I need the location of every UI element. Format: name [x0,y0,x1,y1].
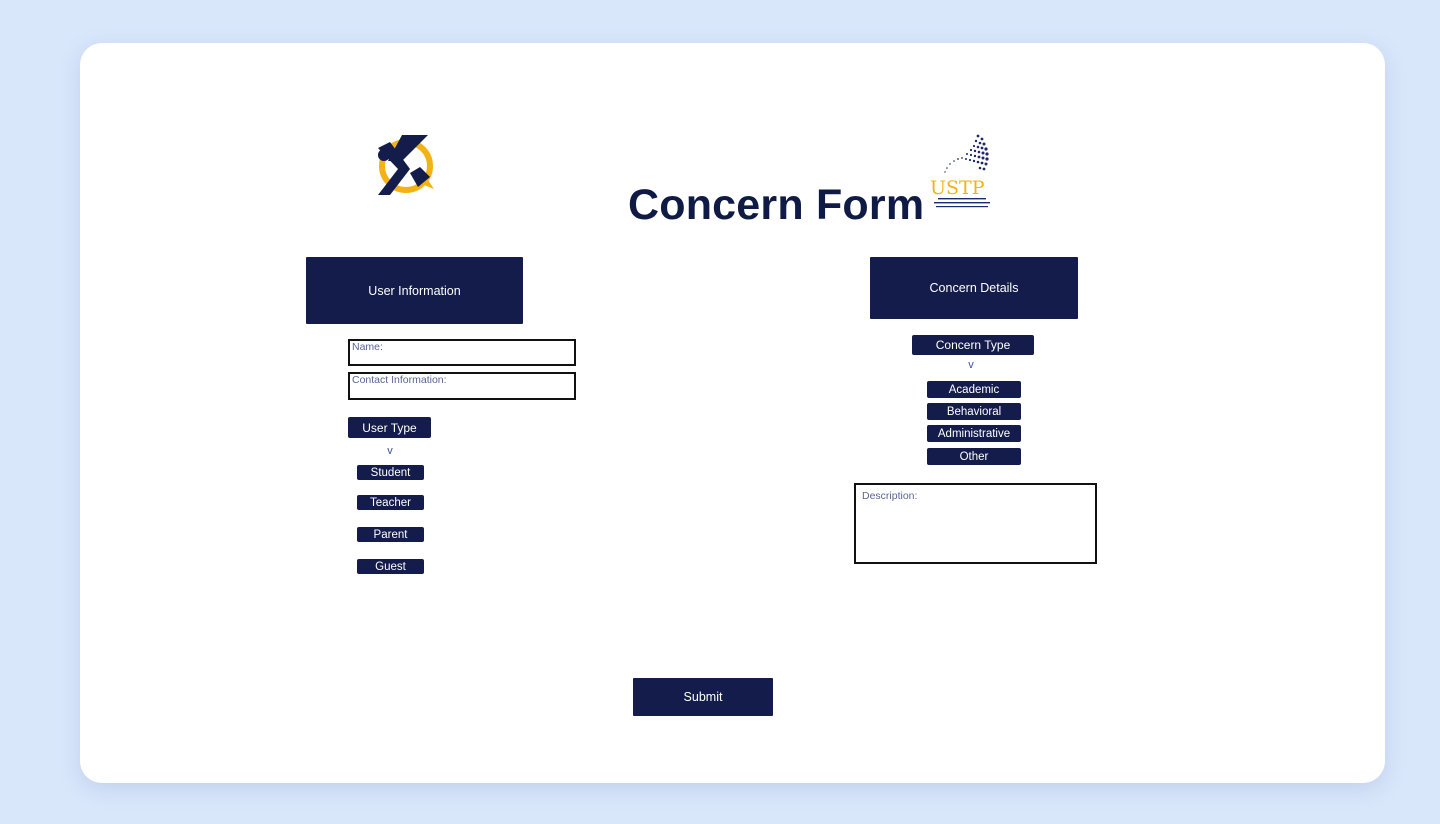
concern-details-header: Concern Details [870,257,1078,319]
submit-button[interactable]: Submit [633,678,773,716]
user-information-header: User Information [306,257,523,324]
user-type-option-student[interactable]: Student [357,465,424,480]
contact-information-field[interactable]: Contact Information: [348,372,576,400]
description-field[interactable]: Description: [854,483,1097,564]
user-type-option-guest[interactable]: Guest [357,559,424,574]
app-logo-icon [376,133,440,197]
ustp-logo-text: USTP [930,177,985,199]
user-type-label: User Type [362,420,417,435]
user-information-header-label: User Information [368,283,461,298]
concern-type-label: Concern Type [935,338,1011,352]
concern-option-academic[interactable]: Academic [927,381,1021,398]
concern-details-header-label: Concern Details [929,281,1019,295]
page-title: Concern Form [628,181,925,229]
concern-type-dropdown-button[interactable]: Concern Type [912,335,1034,355]
concern-type-chevron-icon[interactable]: v [961,359,981,371]
form-card: Concern Form USTP User Information Name:… [80,43,1385,783]
concern-option-administrative[interactable]: Administrative [927,425,1021,442]
name-field-label: Name: [352,341,383,353]
name-field[interactable]: Name: [348,339,576,366]
user-type-dropdown-button[interactable]: User Type [348,417,431,438]
user-type-option-parent[interactable]: Parent [357,527,424,542]
description-field-label: Description: [862,490,918,502]
user-type-chevron-icon[interactable]: v [380,445,400,457]
user-type-option-teacher[interactable]: Teacher [357,495,424,510]
contact-information-field-label: Contact Information: [352,374,447,386]
submit-button-label: Submit [683,690,723,704]
concern-option-behavioral[interactable]: Behavioral [927,403,1021,420]
concern-option-other[interactable]: Other [927,448,1021,465]
ustp-logo: USTP [928,131,998,215]
